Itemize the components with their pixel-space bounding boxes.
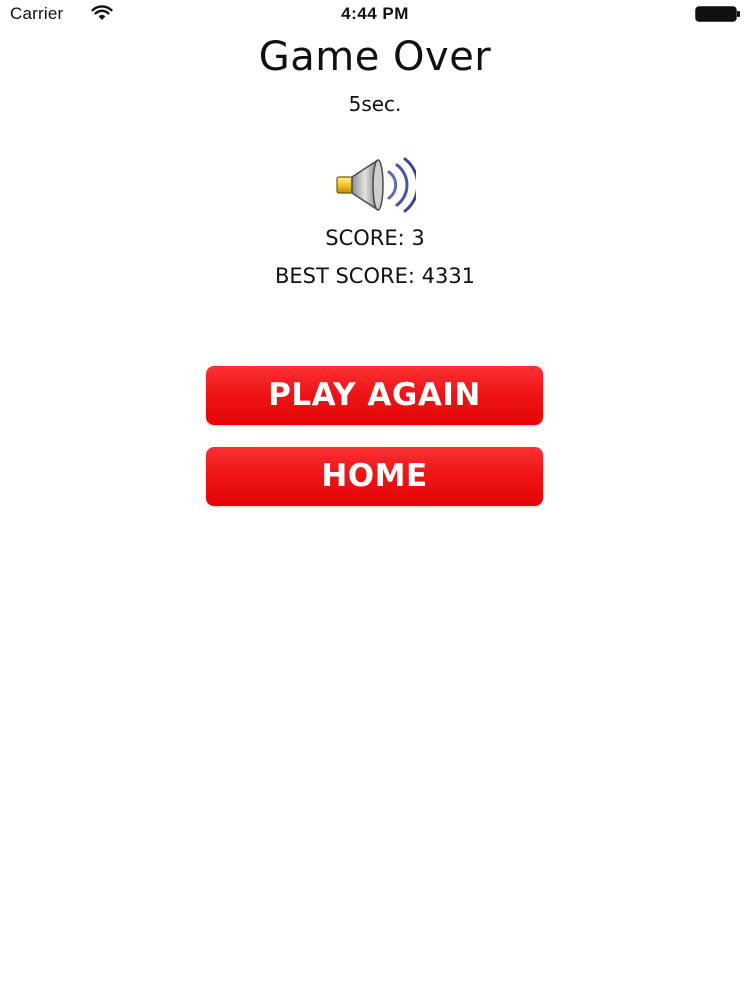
battery-full-icon — [695, 6, 740, 22]
status-bar: Carrier 4:44 PM — [0, 0, 750, 30]
status-time: 4:44 PM — [341, 4, 409, 23]
elapsed-time: 5sec. — [348, 92, 402, 116]
play-again-button[interactable]: PLAY AGAIN — [206, 366, 543, 425]
best-score: BEST SCORE: 4331 — [274, 264, 476, 288]
speaker-volume-icon[interactable] — [334, 156, 416, 214]
home-button[interactable]: HOME — [206, 447, 543, 506]
current-score: SCORE: 3 — [325, 226, 425, 250]
game-over-title: Game Over — [258, 34, 492, 80]
